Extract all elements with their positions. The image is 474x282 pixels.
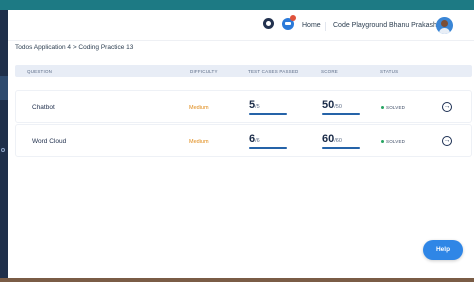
score-progress-bar: [322, 147, 360, 149]
question-name[interactable]: Word Cloud: [32, 138, 66, 145]
notification-badge: [290, 15, 296, 21]
score-progress-fill: [322, 147, 360, 149]
score-value: 60: [322, 133, 335, 145]
score-total-value: /50: [334, 104, 342, 110]
nav-code-playground-link[interactable]: Code Playground: [333, 22, 387, 29]
sidebar-marker: [0, 76, 8, 100]
status-badge: SOLVED: [381, 139, 405, 144]
breadcrumb: Todos Application 4 > Coding Practice 13: [15, 44, 134, 51]
header-divider: [8, 40, 474, 41]
open-question-arrow-icon[interactable]: →: [442, 102, 452, 112]
streak-icon[interactable]: [263, 18, 274, 29]
nav-home-link[interactable]: Home: [302, 22, 321, 29]
tests-total-value: /5: [255, 104, 260, 110]
score-value: 50: [322, 99, 335, 111]
tests-progress-fill: [249, 113, 287, 115]
app-window: Home Code Playground Bhanu Prakash Todos…: [8, 10, 474, 278]
score-total-value: /60: [334, 138, 342, 144]
column-header-score: SCORE: [321, 69, 339, 74]
score: 60/60: [322, 133, 342, 145]
tests-total-value: /6: [255, 138, 260, 144]
column-header-difficulty: DIFFICULTY: [190, 69, 218, 74]
nav-divider: [325, 22, 326, 31]
score: 50/50: [322, 99, 342, 111]
table-header: QUESTION DIFFICULTY TEST CASES PASSED SC…: [15, 65, 472, 77]
column-header-test-cases: TEST CASES PASSED: [248, 69, 299, 74]
solved-dot-icon: [381, 106, 384, 110]
tests-progress-fill: [249, 147, 287, 149]
status-text: SOLVED: [386, 139, 406, 144]
column-header-question: QUESTION: [27, 69, 53, 74]
difficulty-label: Medium: [189, 105, 209, 111]
left-sidebar-strip: [0, 10, 8, 278]
collapse-icon[interactable]: [1, 148, 5, 152]
question-name[interactable]: Chatbot: [32, 104, 55, 111]
bottom-strip: [0, 278, 474, 282]
score-progress-bar: [322, 113, 360, 115]
difficulty-label: Medium: [189, 139, 209, 145]
open-question-arrow-icon[interactable]: →: [442, 136, 452, 146]
tests-progress-bar: [249, 147, 287, 149]
help-button[interactable]: Help: [423, 240, 463, 260]
table-row[interactable]: Word Cloud Medium 6/6 60/60 SOLVED →: [15, 124, 472, 157]
column-header-status: STATUS: [380, 69, 399, 74]
solved-dot-icon: [381, 140, 384, 144]
status-text: SOLVED: [386, 105, 406, 110]
tests-progress-bar: [249, 113, 287, 115]
score-progress-fill: [322, 113, 360, 115]
table-row[interactable]: Chatbot Medium 5/5 50/50 SOLVED →: [15, 90, 472, 123]
test-cases-passed: 6/6: [249, 133, 260, 145]
user-name[interactable]: Bhanu Prakash: [389, 22, 437, 29]
status-badge: SOLVED: [381, 105, 405, 110]
test-cases-passed: 5/5: [249, 99, 260, 111]
top-stripe: [0, 0, 474, 10]
top-header: Home Code Playground Bhanu Prakash: [8, 10, 474, 40]
avatar[interactable]: [436, 17, 453, 34]
